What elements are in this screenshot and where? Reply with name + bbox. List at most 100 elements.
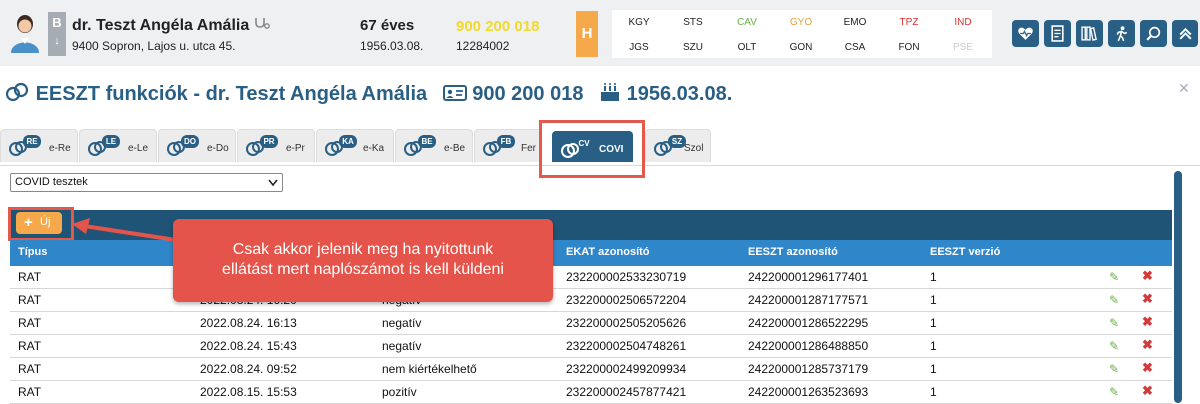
tab-label: e-Be: [444, 143, 466, 154]
stethoscope-icon: [254, 18, 270, 29]
person-run-button[interactable]: [1108, 20, 1135, 47]
table-row[interactable]: RAT 2022.08.24. 15:43 negatív 2322000025…: [10, 335, 1172, 358]
scrollbar[interactable]: [1174, 171, 1182, 403]
edit-pencil-icon[interactable]: ✎: [1109, 293, 1119, 307]
code-olt[interactable]: OLT: [722, 42, 772, 53]
eeszt-tab-icon: LE: [86, 133, 120, 159]
code-ind[interactable]: IND: [938, 17, 988, 28]
column-header-type[interactable]: Típus: [18, 246, 47, 258]
delete-icon[interactable]: ✖: [1142, 268, 1153, 284]
b-toggle-button[interactable]: B ↓: [48, 12, 66, 56]
delete-icon[interactable]: ✖: [1142, 314, 1153, 330]
column-header-eeszt-id[interactable]: EESZT azonosító: [748, 246, 838, 258]
code-pse[interactable]: PSE: [938, 42, 988, 53]
tab-e-ka[interactable]: KA e-Ka: [316, 129, 394, 162]
code-csa[interactable]: CSA: [830, 42, 880, 53]
tab-label: e-Ka: [363, 143, 385, 154]
arrow-down-icon: ↓: [54, 35, 60, 47]
person-run-icon: [1116, 26, 1128, 42]
code-tpz[interactable]: TPZ: [884, 17, 934, 28]
close-icon[interactable]: ✕: [1178, 80, 1190, 97]
new-button-label: Új: [40, 216, 51, 228]
patient-avatar-icon: [11, 15, 39, 53]
cell-result: pozitív: [382, 385, 417, 399]
tab-e-pr[interactable]: PR e-Pr: [237, 129, 315, 162]
eeszt-title-taj: 900 200 018: [472, 83, 584, 105]
document-icon: [1051, 25, 1064, 42]
eeszt-tab-icon: FB: [481, 133, 515, 159]
cell-ekat: 232200002504748261: [566, 339, 687, 353]
heart-pulse-button[interactable]: [1012, 20, 1039, 47]
eeszt-title-text: EESZT funkciók - dr. Teszt Angéla Amália: [35, 83, 428, 105]
plus-icon: +: [24, 214, 33, 231]
cell-ekat: 232200002457877421: [566, 385, 687, 399]
eeszt-title-birthdate: 1956.03.08.: [626, 83, 733, 105]
eeszt-tab-icon: RE: [7, 133, 41, 159]
tab-e-re[interactable]: RE e-Re: [0, 129, 78, 162]
edit-pencil-icon[interactable]: ✎: [1109, 385, 1119, 399]
cell-version: 1: [930, 362, 937, 376]
tab-fer[interactable]: FB Fer: [474, 129, 542, 162]
edit-pencil-icon[interactable]: ✎: [1109, 339, 1119, 353]
books-icon: [1081, 26, 1097, 41]
patient-taj: 900 200 018: [456, 18, 540, 35]
tab-label: Fer: [521, 143, 536, 154]
code-emo[interactable]: EMO: [830, 17, 880, 28]
edit-pencil-icon[interactable]: ✎: [1109, 362, 1119, 376]
tab-badge: DO: [181, 135, 199, 148]
tab-szol[interactable]: SZ Szol: [645, 129, 711, 162]
table-row[interactable]: RAT 2022.08.15. 15:53 pozitív 2322000024…: [10, 381, 1172, 404]
birthday-cake-icon: [601, 83, 620, 101]
table-row[interactable]: RAT 2022.08.24. 16:13 negatív 2322000025…: [10, 312, 1172, 335]
tab-e-be[interactable]: BE e-Be: [395, 129, 473, 162]
table-row[interactable]: RAT 2022.08.24. 09:52 nem kiértékelhető …: [10, 358, 1172, 381]
column-header-eeszt-version[interactable]: EESZT verzió: [930, 246, 1000, 258]
cell-type: RAT: [18, 362, 42, 376]
cell-version: 1: [930, 385, 937, 399]
patient-name-text: dr. Teszt Angéla Amália: [72, 17, 250, 34]
risk-code-grid: KGY STS CAV GYO EMO TPZ IND JGS SZU OLT …: [612, 10, 992, 58]
cell-version: 1: [930, 316, 937, 330]
double-chevron-icon: [1179, 27, 1191, 40]
code-jgs[interactable]: JGS: [614, 42, 664, 53]
cell-date: 2022.08.24. 16:13: [200, 316, 297, 330]
delete-icon[interactable]: ✖: [1142, 360, 1153, 376]
cell-type: RAT: [18, 316, 42, 330]
cell-result: negatív: [382, 339, 422, 353]
tab-label: Szol: [684, 143, 704, 154]
tab-e-do[interactable]: DO e-Do: [158, 129, 236, 162]
chevron-down-icon: [268, 179, 278, 187]
delete-icon[interactable]: ✖: [1142, 337, 1153, 353]
callout-arrow-icon: [72, 218, 177, 242]
double-chevron-button[interactable]: [1172, 20, 1198, 47]
books-button[interactable]: [1076, 20, 1103, 47]
column-header-ekat[interactable]: EKAT azonosító: [566, 246, 650, 258]
eeszt-tab-icon: SZ: [652, 133, 686, 159]
edit-pencil-icon[interactable]: ✎: [1109, 316, 1119, 330]
code-fon[interactable]: FON: [884, 42, 934, 53]
search-button[interactable]: [1140, 20, 1167, 47]
patient-birthdate: 1956.03.08.: [360, 39, 424, 53]
code-sts[interactable]: STS: [668, 17, 718, 28]
code-szu[interactable]: SZU: [668, 42, 718, 53]
cell-result: negatív: [382, 316, 422, 330]
cell-eeszt-id: 242200001263523693: [748, 385, 869, 399]
patient-id-number: 12284002: [456, 39, 510, 53]
tab-e-le[interactable]: LE e-Le: [79, 129, 157, 162]
code-kgy[interactable]: KGY: [614, 17, 664, 28]
document-button[interactable]: [1044, 20, 1071, 47]
edit-pencil-icon[interactable]: ✎: [1109, 270, 1119, 284]
cell-ekat: 232200002506572204: [566, 293, 687, 307]
code-gyo[interactable]: GYO: [776, 17, 826, 28]
delete-icon[interactable]: ✖: [1142, 291, 1153, 307]
cell-date: 2022.08.24. 15:43: [200, 339, 297, 353]
test-type-select[interactable]: COVID tesztek: [10, 173, 283, 192]
new-button[interactable]: + Új: [16, 212, 62, 234]
tab-badge: FB: [497, 135, 515, 148]
cell-type: RAT: [18, 385, 42, 399]
tab-badge: KA: [339, 135, 357, 148]
code-cav[interactable]: CAV: [722, 17, 772, 28]
code-gon[interactable]: GON: [776, 42, 826, 53]
h-button[interactable]: H: [576, 11, 598, 57]
delete-icon[interactable]: ✖: [1142, 383, 1153, 399]
